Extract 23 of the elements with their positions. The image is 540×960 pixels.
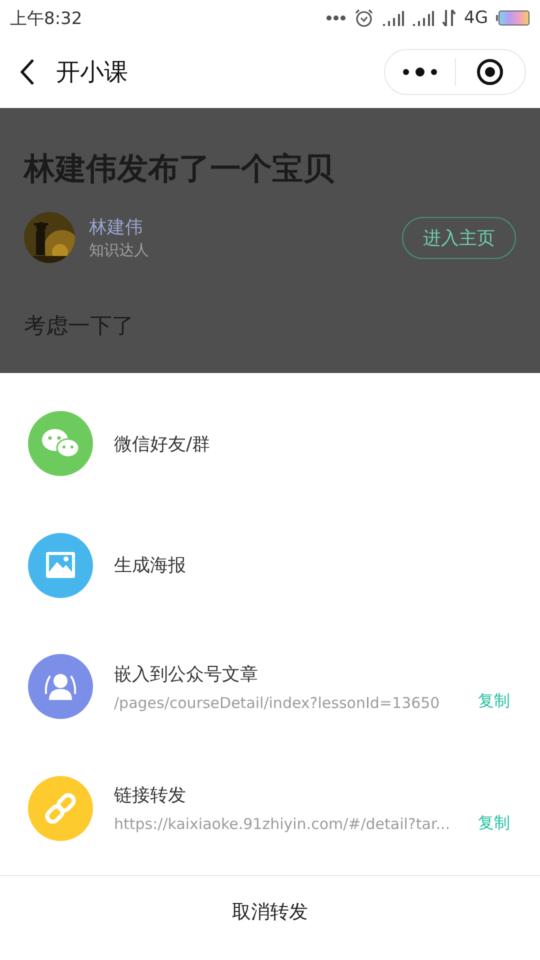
- wechat-icon[interactable]: [28, 411, 93, 476]
- option-label[interactable]: 嵌入到公众号文章: [114, 662, 470, 686]
- page-title: 开小课: [56, 57, 129, 88]
- network-type: 4G: [464, 8, 488, 28]
- data-arrows-icon: [442, 9, 456, 27]
- battery-icon: [496, 10, 530, 26]
- more-dots-icon: [326, 15, 346, 21]
- signal-icon: [382, 10, 404, 26]
- author-role: 知识达人: [89, 241, 150, 260]
- option-label[interactable]: 生成海报: [114, 553, 510, 578]
- alarm-clock-icon: [354, 8, 374, 28]
- home-button[interactable]: 进入主页: [402, 216, 516, 258]
- author-name: 林建伟: [89, 216, 144, 239]
- option-url: https://kaixiaoke.91zhiyin.com/#/detail?tar...: [114, 815, 452, 834]
- option-url: /pages/courseDetail/index?lessonId=13650: [114, 694, 441, 712]
- target-icon: [476, 58, 504, 86]
- status-time: 上午8:32: [10, 8, 82, 30]
- signal-icon: [412, 10, 434, 26]
- link-icon[interactable]: [28, 776, 93, 841]
- option-label[interactable]: 微信好友/群: [114, 432, 510, 456]
- back-icon[interactable]: [18, 58, 36, 86]
- cancel-button[interactable]: 取消转发: [222, 876, 318, 948]
- option-label[interactable]: 链接转发: [114, 783, 470, 808]
